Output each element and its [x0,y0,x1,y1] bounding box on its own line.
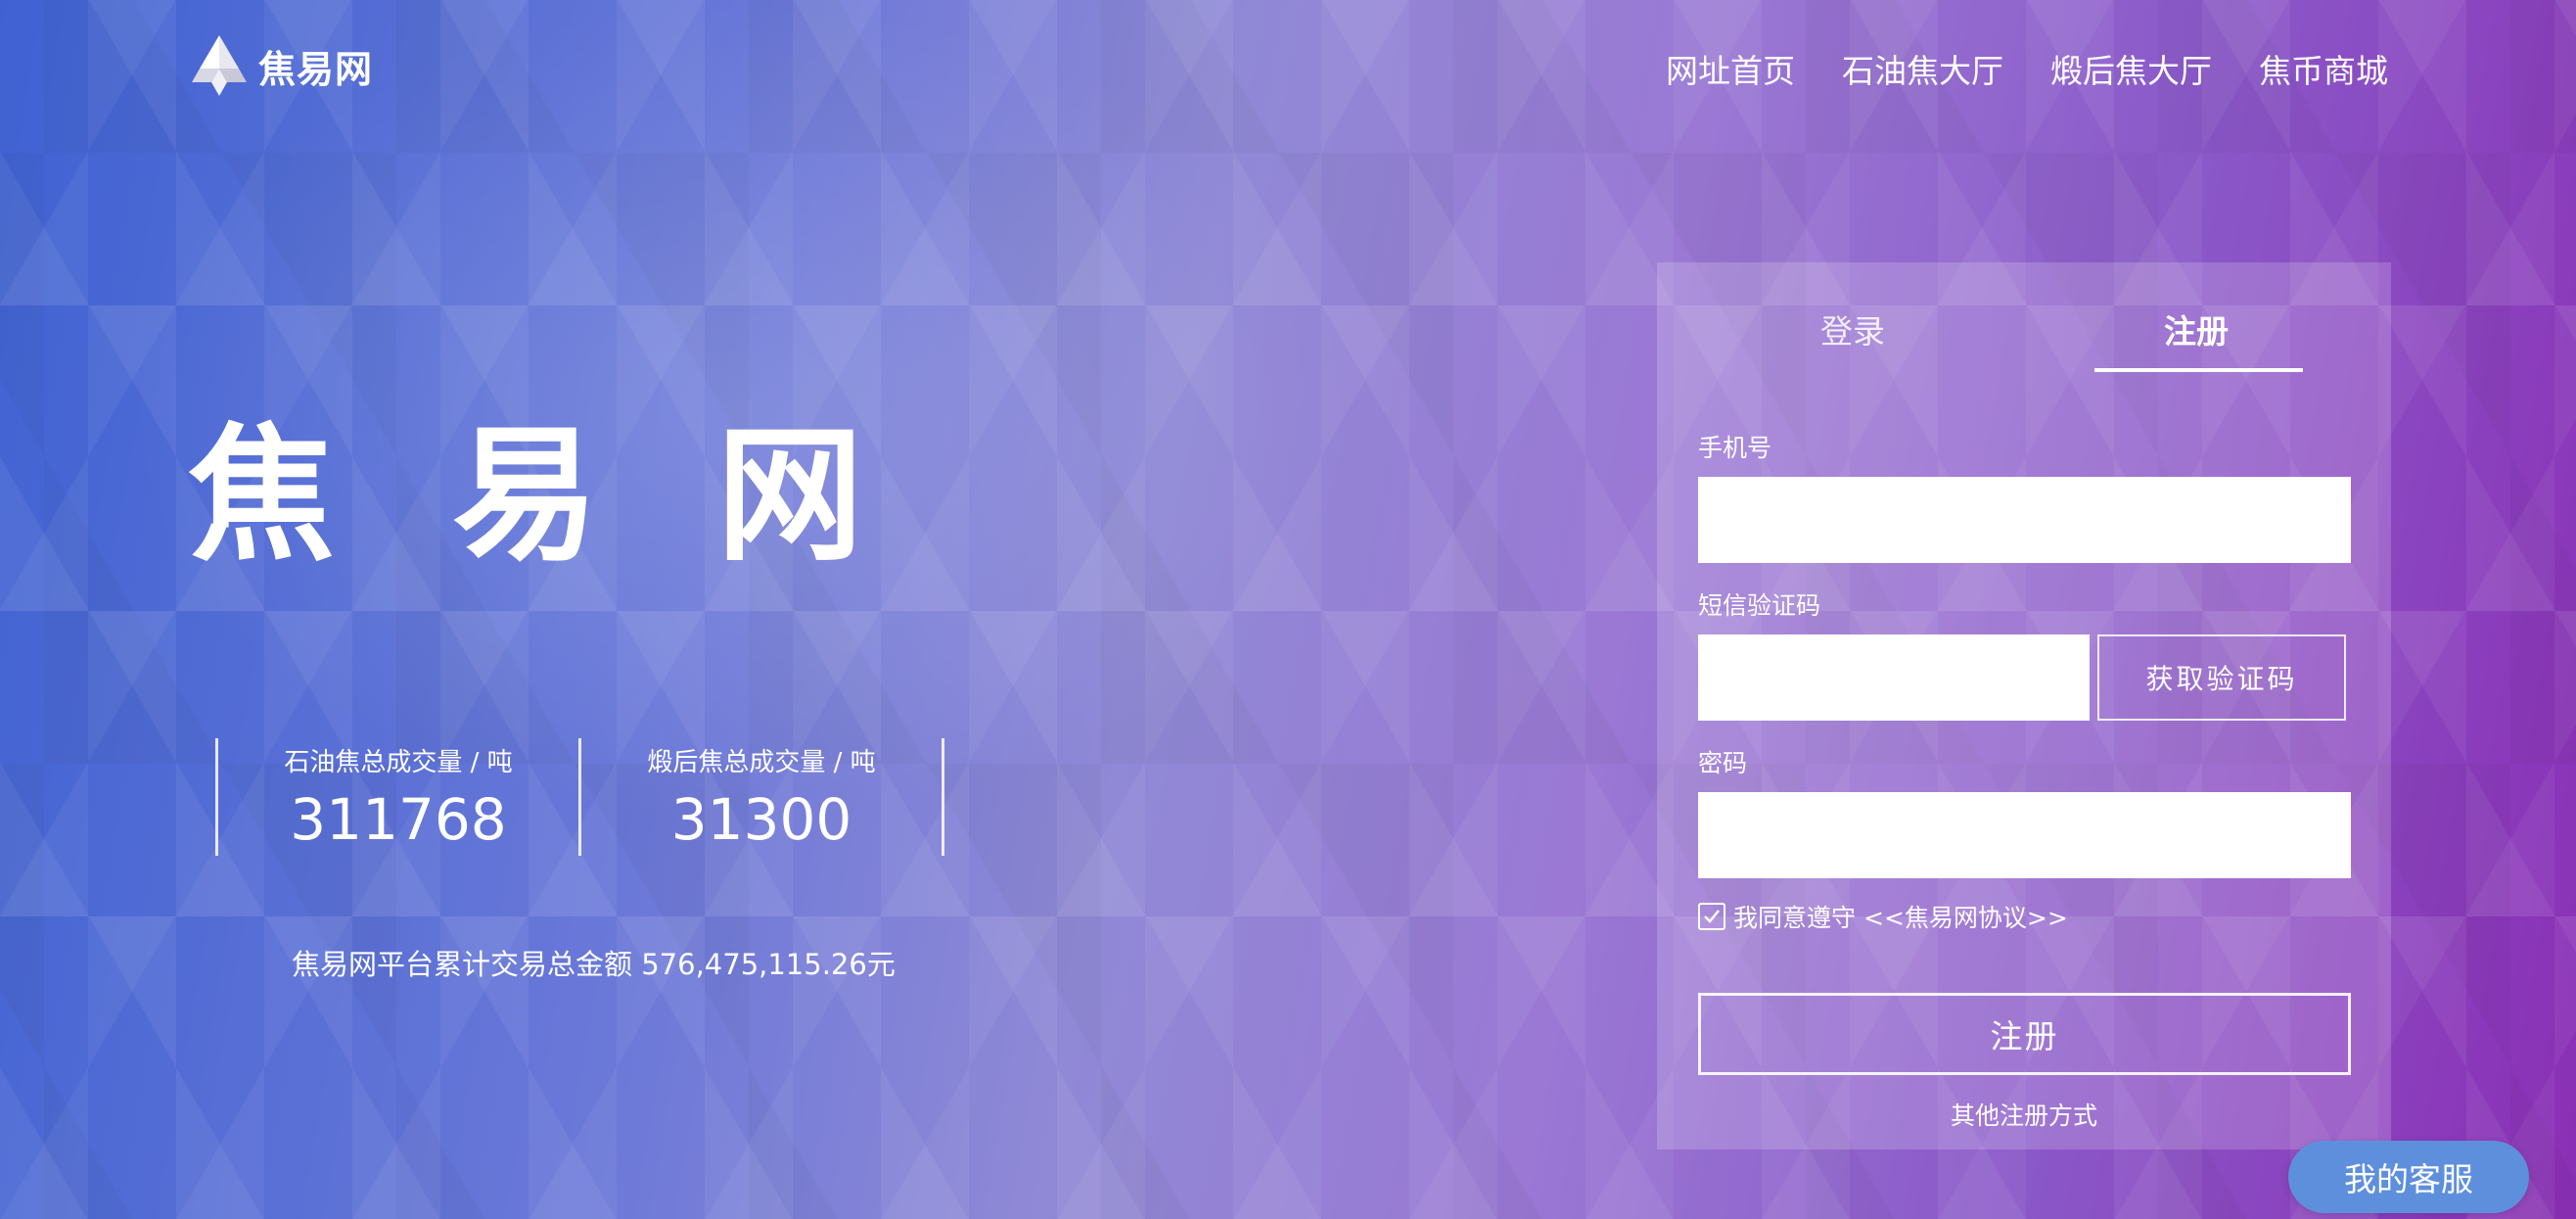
agreement-link[interactable]: <<焦易网协议>> [1863,899,2068,934]
auth-tabs: 登录 注册 [1657,262,2391,373]
nav-coin-mall[interactable]: 焦币商城 [2259,45,2388,92]
nav-home[interactable]: 网址首页 [1666,45,1795,92]
register-submit-button[interactable]: 注册 [1698,993,2351,1075]
top-nav: 网址首页 石油焦大厅 煅后焦大厅 焦币商城 [1666,45,2388,92]
stat-calcined-coke: 煅后焦总成交量 / 吨 31300 [581,738,944,856]
stat-label: 煅后焦总成交量 / 吨 [647,748,876,777]
other-register-methods-link[interactable]: 其他注册方式 [1657,1097,2391,1132]
site-logo[interactable]: 焦易网 [188,31,373,100]
nav-petroleum-coke-hall[interactable]: 石油焦大厅 [1842,45,2003,92]
nav-calcined-coke-hall[interactable]: 煅后焦大厅 [2050,45,2212,92]
stat-petroleum-coke: 石油焦总成交量 / 吨 311768 [218,738,581,856]
get-sms-code-button[interactable]: 获取验证码 [2097,634,2346,721]
total-trade-amount: 焦易网平台累计交易总金额 576,475,115.26元 [292,948,896,981]
check-icon [1704,910,1720,923]
tab-login[interactable]: 登录 [1820,305,1885,352]
customer-service-button[interactable]: 我的客服 [2288,1141,2529,1213]
logo-text: 焦易网 [258,47,374,91]
diamond-logo-icon [192,35,247,96]
tab-register[interactable]: 注册 [2164,305,2229,352]
stat-label: 石油焦总成交量 / 吨 [284,748,513,777]
sms-code-label: 短信验证码 [1698,591,1821,620]
sms-code-input[interactable] [1698,634,2090,721]
agreement-row: 我同意遵守 <<焦易网协议>> [1698,899,2068,934]
active-tab-indicator [2094,368,2303,372]
password-label: 密码 [1698,749,1748,777]
stats-panel: 石油焦总成交量 / 吨 311768 煅后焦总成交量 / 吨 31300 [215,738,944,856]
phone-label: 手机号 [1698,434,1772,462]
hero-title: 焦易网 [188,411,982,582]
stat-value: 31300 [670,786,852,853]
stat-value: 311768 [290,786,507,853]
register-panel: 登录 注册 手机号 短信验证码 获取验证码 密码 我同意遵守 <<焦易网协议>> … [1657,262,2391,1149]
phone-input[interactable] [1698,477,2351,563]
agree-checkbox[interactable] [1698,903,1725,930]
agree-text: 我同意遵守 [1733,904,1857,932]
password-input[interactable] [1698,792,2351,878]
